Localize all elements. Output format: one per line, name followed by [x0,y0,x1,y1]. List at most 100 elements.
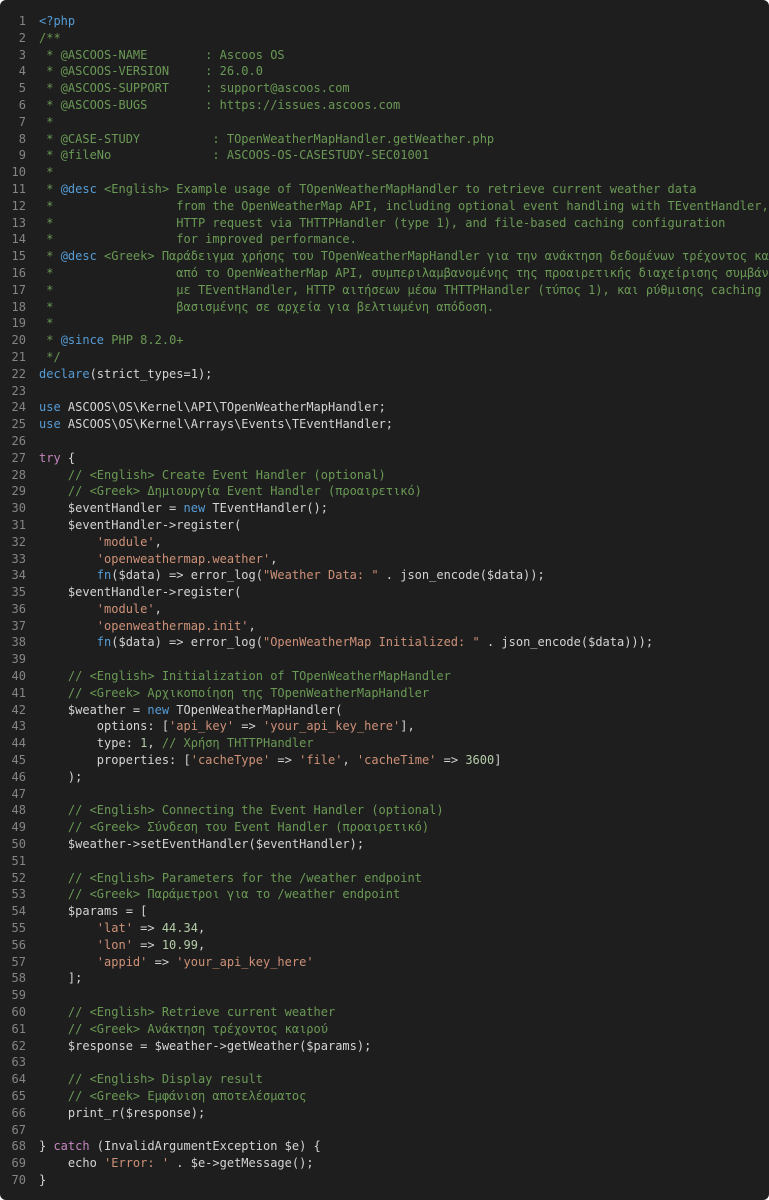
code-line: 60 // <English> Retrieve current weather [0,1004,769,1021]
code-token: 'your_api_key_here' [262,719,401,734]
code-line: 6 * @ASCOOS-BUGS : https://issues.ascoos… [0,97,769,114]
code-token: 44.34 [161,921,198,936]
code-line: 34 fn($data) => error_log("Weather Data:… [0,567,769,584]
code-token: * for improved performance. [39,232,357,247]
code-line: 1 <?php [0,13,769,30]
line-text: $params = [ [26,903,147,920]
code-line: 48 // <English> Connecting the Event Han… [0,802,769,819]
line-text: // <English> Create Event Handler (optio… [26,467,386,484]
code-token: // <English> Initialization of TOpenWeat… [39,669,451,684]
code-line: 17 * με TEventHandler, HTTP αιτήσεων μέσ… [0,282,769,299]
code-token: // <English> Retrieve current weather [39,1005,336,1020]
code-line: 5 * @ASCOOS-SUPPORT : support@ascoos.com [0,80,769,97]
line-text: $eventHandler = new TEventHandler(); [26,500,328,517]
line-number: 5 [18,81,26,96]
code-line: 10 * [0,164,769,181]
code-token: (strict_types=1); [89,366,213,381]
line-text: * @ASCOOS-NAME : Ascoos OS [26,47,285,64]
code-token: 'cacheType' [190,753,271,768]
line-text: * @desc <English> Example usage of TOpen… [26,181,696,198]
line-number: 38 [11,635,26,650]
line-number: 47 [11,786,26,801]
line-text: */ [26,349,61,366]
line-number: 52 [11,870,26,885]
line-text: * @CASE-STUDY : TOpenWeatherMapHandler.g… [26,131,494,148]
code-token: * [39,249,61,264]
code-line: 31 $eventHandler->register( [0,517,769,534]
code-line: 41 // <Greek> Αρχικοποίηση της TOpenWeat… [0,685,769,702]
code-line: 67 [0,1122,769,1139]
code-line: 7 * [0,114,769,131]
code-line: 61 // <Greek> Ανάκτηση τρέχοντος καιρού [0,1021,769,1038]
line-text: * @since PHP 8.2.0+ [26,332,184,349]
code-token: TOpenWeatherMapHandler( [169,702,343,717]
code-token: PHP 8.2.0+ [104,333,184,348]
code-token: 'file' [299,753,343,768]
code-token: * @ASCOOS-NAME : Ascoos OS [39,47,285,62]
code-token: => [436,753,466,768]
line-number: 32 [11,534,26,549]
line-text: $eventHandler->register( [26,517,241,534]
code-token: // <English> Display result [39,1072,263,1087]
line-number: 59 [11,988,26,1003]
line-number: 60 [11,1005,26,1020]
code-line: 21 */ [0,349,769,366]
code-token: * [39,114,54,129]
code-token: use [39,417,61,432]
code-token: } [39,1139,54,1154]
line-number: 25 [11,417,26,432]
line-number: 6 [18,97,26,112]
line-text [26,853,39,870]
code-line: 68} catch (InvalidArgumentException $e) … [0,1138,769,1155]
line-text: print_r($response); [26,1105,205,1122]
line-text: options: ['api_key' => 'your_api_key_her… [26,718,415,735]
code-token: * από το OpenWeatherMap API, συμπεριλαμβ… [39,265,769,280]
line-number: 69 [11,1156,26,1171]
code-token: 3600 [465,753,495,768]
line-number: 4 [18,64,26,79]
code-token: */ [39,349,61,364]
line-number: 61 [11,1021,26,1036]
code-token: , [270,551,278,566]
line-text: declare(strict_types=1); [26,366,212,383]
code-line: 37 'openweathermap.init', [0,618,769,635]
code-token: new [147,702,170,717]
line-number: 70 [11,1172,26,1187]
code-token: 'module' [96,534,155,549]
code-token: * @ASCOOS-SUPPORT : support@ascoos.com [39,81,350,96]
code-token: @desc [60,181,97,196]
line-text: use ASCOOS\OS\Kernel\Arrays\Events\TEven… [26,416,393,433]
line-number: 29 [11,484,26,499]
code-line: 36 'module', [0,601,769,618]
line-text: // <English> Parameters for the /weather… [26,870,422,887]
code-line: 13 * HTTP request via THTTPHandler (type… [0,215,769,232]
line-number: 14 [11,232,26,247]
line-text: <?php [26,13,75,30]
code-line: 45 properties: ['cacheType' => 'file', '… [0,752,769,769]
line-number: 58 [11,971,26,986]
code-token: => [147,954,177,969]
code-line: 25 use ASCOOS\OS\Kernel\Arrays\Events\TEv… [0,416,769,433]
code-line: 65 // <Greek> Εμφάνιση αποτελέσματος [0,1088,769,1105]
line-number: 3 [18,47,26,62]
line-text: // <English> Display result [26,1071,263,1088]
line-number: 2 [18,30,26,45]
line-text: // <Greek> Παράμετροι για το /weather en… [26,886,400,903]
code-token: ($data) => error_log( [111,568,263,583]
line-text: * from the OpenWeatherMap API, including… [26,198,768,215]
code-token: , [248,618,256,633]
line-number: 26 [11,433,26,448]
code-token: // <Greek> Δημιουργία Event Handler (προ… [39,484,422,499]
code-token: * @ASCOOS-BUGS : https://issues.ascoos.c… [39,97,401,112]
code-token: "Weather Data: " [262,568,379,583]
code-token: catch [53,1139,90,1154]
line-text: use ASCOOS\OS\Kernel\API\TOpenWeatherMap… [26,399,386,416]
code-token: echo [39,1156,105,1171]
code-token: => [132,937,162,952]
code-line: 30 $eventHandler = new TEventHandler(); [0,500,769,517]
code-line: 44 type: 1, // Χρήση THTTPHandler [0,735,769,752]
code-token: * [39,181,61,196]
line-number: 65 [11,1089,26,1103]
code-line: 28 // <English> Create Event Handler (op… [0,467,769,484]
